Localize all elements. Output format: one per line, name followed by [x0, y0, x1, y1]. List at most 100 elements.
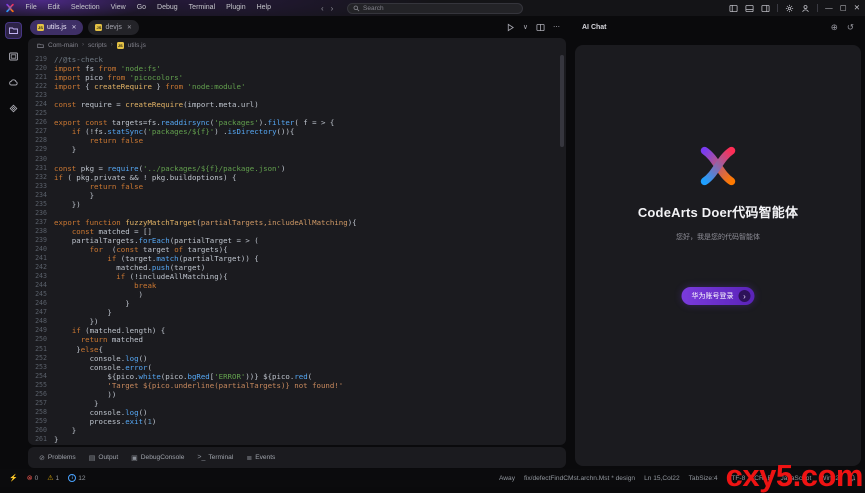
login-button-label: 华为账号登录: [692, 291, 734, 301]
tab-devjs[interactable]: JSdevjs✕: [88, 20, 138, 35]
status-info[interactable]: i12: [68, 474, 85, 482]
js-file-icon: JS: [117, 42, 124, 49]
chevron-right-icon: ›: [111, 42, 113, 48]
code-editor[interactable]: 219//@ts-check220import fs from 'node:fs…: [28, 53, 566, 445]
line-number: 240: [28, 245, 54, 254]
restore-button[interactable]: ▢: [840, 0, 847, 16]
menu-view[interactable]: View: [105, 0, 131, 16]
line-number: 251: [28, 345, 54, 354]
menu-file[interactable]: File: [20, 0, 42, 16]
panel-tab-events[interactable]: ≣Events: [246, 454, 275, 462]
breadcrumb-item[interactable]: utils.js: [128, 42, 146, 49]
panel-tab-debugconsole[interactable]: ▣DebugConsole: [131, 454, 184, 462]
more-actions-icon[interactable]: ⋯: [553, 23, 560, 31]
code-line: 230: [28, 155, 566, 164]
status-segment-3[interactable]: TabSize:4: [689, 475, 718, 482]
close-icon[interactable]: ✕: [127, 24, 132, 31]
line-number: 239: [28, 236, 54, 245]
menu-selection[interactable]: Selection: [65, 0, 105, 16]
line-number: 259: [28, 417, 54, 426]
bottom-panel-tab-bar: ⊘Problems ▤Output ▣DebugConsole >_Terminal ≣…: [28, 447, 566, 468]
nav-back-icon[interactable]: ‹: [321, 4, 324, 13]
ai-hero-subtitle: 您好，我是您的代码智能体: [676, 232, 760, 242]
search-input[interactable]: [363, 5, 517, 12]
code-line: 258 console.log(): [28, 408, 566, 417]
remote-icon: ⚡: [9, 475, 18, 482]
panel-tab-problems[interactable]: ⊘Problems: [39, 454, 76, 462]
new-chat-icon[interactable]: ⊕: [831, 22, 838, 33]
code-line: 233 return false: [28, 182, 566, 191]
line-number: 236: [28, 209, 54, 218]
editor-group: Com-main›scripts›JSutils.js 219//@ts-che…: [28, 38, 566, 445]
breadcrumb-item[interactable]: Com-main: [48, 42, 78, 49]
code-line: 251 }else{: [28, 345, 566, 354]
line-number: 220: [28, 64, 54, 73]
history-nav: ‹ ›: [321, 0, 333, 16]
status-segment-0[interactable]: Away: [499, 475, 515, 482]
panel-tab-label: Output: [98, 454, 118, 461]
ai-hero: CodeArts Doer代码智能体 您好，我是您的代码智能体: [575, 143, 861, 242]
line-number: 244: [28, 281, 54, 290]
panel-tab-terminal[interactable]: >_Terminal: [197, 454, 233, 461]
code-line: 219//@ts-check: [28, 55, 566, 64]
status-segment-2[interactable]: Ln 15,Col22: [644, 475, 680, 482]
explorer-folder-icon[interactable]: [5, 22, 22, 39]
code-line: 226export const targets=fs.readdirsync('…: [28, 118, 566, 127]
debug-run-icon[interactable]: [506, 23, 515, 32]
ai-hero-title: CodeArts Doer代码智能体: [638, 202, 798, 221]
tab-utils.js[interactable]: JSutils.js✕: [30, 20, 83, 35]
cloud-icon[interactable]: [5, 74, 22, 91]
line-number: 246: [28, 299, 54, 308]
code-line: 221import pico from 'picocolors': [28, 73, 566, 82]
menu-terminal[interactable]: Terminal: [183, 0, 220, 16]
code-line: 220import fs from 'node:fs': [28, 64, 566, 73]
js-file-icon: JS: [37, 24, 44, 31]
window-preview-icon[interactable]: [5, 48, 22, 65]
account-icon[interactable]: [801, 4, 810, 13]
split-editor-icon[interactable]: [536, 23, 545, 32]
editor-scrollbar[interactable]: [560, 55, 564, 147]
menu-help[interactable]: Help: [251, 0, 276, 16]
menu-go[interactable]: Go: [131, 0, 151, 16]
watermark: cxy5.com: [726, 460, 863, 491]
line-number: 231: [28, 164, 54, 173]
chevron-down-icon[interactable]: ∨: [523, 23, 528, 31]
separator: [817, 4, 818, 12]
settings-gear-icon[interactable]: [785, 4, 794, 13]
line-number: 233: [28, 182, 54, 191]
status-warning[interactable]: ⚠1: [47, 475, 59, 482]
huawei-login-button[interactable]: 华为账号登录 ›: [682, 287, 755, 305]
menu-plugin[interactable]: Plugin: [221, 0, 251, 16]
close-icon[interactable]: ✕: [71, 24, 76, 31]
ai-chat-panel: CodeArts Doer代码智能体 您好，我是您的代码智能体 华为账号登录 ›: [575, 45, 861, 466]
editor-toolbar: ∨ ⋯: [506, 18, 560, 36]
status-error[interactable]: ⊗0: [27, 475, 39, 482]
status-remote[interactable]: ⚡: [9, 475, 18, 482]
code-line: 238 const matched = []: [28, 227, 566, 236]
code-line: 260 }: [28, 426, 566, 435]
editor-tab-bar: JSutils.js✕ JSdevjs✕: [30, 18, 139, 36]
layout-panel-icon[interactable]: [745, 4, 754, 13]
menu-edit[interactable]: Edit: [42, 0, 65, 16]
panel-tab-output[interactable]: ▤Output: [89, 454, 118, 462]
code-line: 252 console.log(): [28, 354, 566, 363]
code-line: 222import { createRequire } from 'node:m…: [28, 82, 566, 91]
line-number: 243: [28, 272, 54, 281]
global-search[interactable]: [347, 3, 523, 14]
status-segment-1[interactable]: fix/defectFindCMst.archn.Mst * design: [524, 475, 635, 482]
menu-debug[interactable]: Debug: [152, 0, 184, 16]
nav-forward-icon[interactable]: ›: [331, 4, 334, 13]
line-number: 242: [28, 263, 54, 272]
layout-sidebar-left-icon[interactable]: [729, 4, 738, 13]
plugin-diamond-icon[interactable]: [5, 100, 22, 117]
history-icon[interactable]: ↺: [847, 22, 854, 33]
breadcrumb-item[interactable]: scripts: [88, 42, 107, 49]
debug-console-icon: ▣: [131, 454, 138, 462]
close-button[interactable]: ✕: [854, 0, 860, 16]
menu-bar: FileEditSelectionViewGoDebugTerminalPlug…: [20, 0, 277, 16]
layout-sidebar-right-icon[interactable]: [761, 4, 770, 13]
line-number: 226: [28, 118, 54, 127]
minimize-button[interactable]: —: [825, 0, 833, 16]
events-icon: ≣: [246, 454, 252, 462]
line-number: 238: [28, 227, 54, 236]
